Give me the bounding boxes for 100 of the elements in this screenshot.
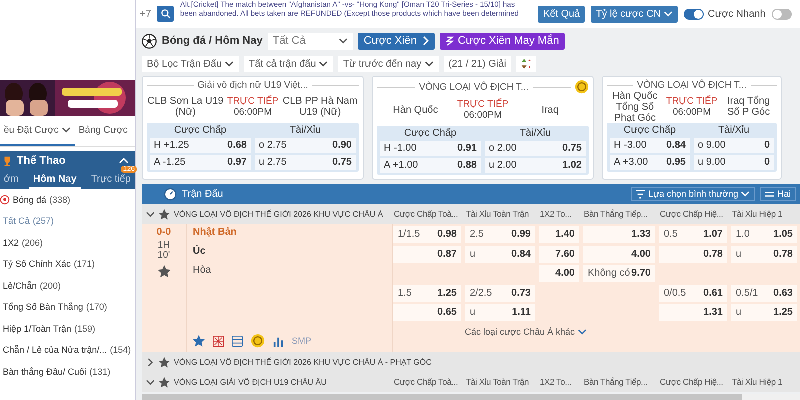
scrollbar[interactable]: [142, 394, 742, 400]
day-tab[interactable]: ớm: [0, 171, 23, 189]
odds-button[interactable]: u 0.78: [731, 246, 797, 262]
odds-button[interactable]: 2/2.5 0.73: [465, 284, 535, 302]
odds-button[interactable]: 1.0 1.05: [731, 226, 797, 243]
odds-button[interactable]: 0.78: [659, 246, 727, 262]
odds-button[interactable]: u 1.25: [731, 304, 797, 321]
list-icon: [765, 190, 774, 198]
league-title: VÒNG LOẠI VÔ ĐỊCH THẾ GIỚI 2026 KHU VỰC CHÂU Á: [174, 210, 384, 218]
odds-button[interactable]: 0.65: [393, 304, 461, 321]
team-name: Hàn Quốc Tổng Số Phạt Góc: [612, 90, 659, 124]
odds-button[interactable]: u 0.84: [465, 246, 535, 262]
filter-dropdown[interactable]: Từ trước đến nay: [338, 56, 439, 72]
more-bets-link[interactable]: Các loại cược Châu Á khác: [465, 327, 587, 337]
league-count[interactable]: (21 / 21) Giải: [444, 56, 512, 72]
league-row[interactable]: VÒNG LOẠI GIẢI VÔ ĐỊCH U19 CHÂU ÂU Cược Chấp Toà... Tài Xỉu Toàn Trận 1X2 To... Bàn Thắng Tiếp... Cược Chấp Hiệ... Tài Xỉu Hiệp 1: [142, 372, 800, 392]
odds-button[interactable]: u 2.00 1.02: [485, 158, 586, 173]
odds-button[interactable]: A +3.00 0.95: [610, 155, 690, 170]
view-dropdown[interactable]: Hai: [760, 187, 796, 201]
odds-button[interactable]: 4.00: [539, 265, 579, 282]
odds-button[interactable]: Không có9.70: [583, 265, 655, 282]
market-item[interactable]: Bàn thắng Đầu/ Cuối (131): [0, 361, 135, 382]
zigzag-icon: [446, 36, 454, 46]
market-heading: Cược Chấp: [403, 128, 458, 139]
market-item[interactable]: Hiệp 1/Toàn Trận (159): [0, 318, 135, 340]
market-item[interactable]: Tổng Số Bàn Thắng (170): [0, 296, 135, 318]
team-name: CLB PP Hà Nam U19 (Nữ): [282, 96, 359, 118]
odds-button[interactable]: 0.5 1.07: [659, 226, 727, 243]
caret-icon: [338, 38, 348, 44]
sport-item[interactable]: Bóng đá (338): [0, 189, 135, 210]
toggle-switch[interactable]: [772, 8, 792, 20]
match-minute: 10': [158, 251, 170, 261]
odds-button[interactable]: o 2.75 0.90: [255, 138, 356, 153]
results-button[interactable]: Kết Quả: [538, 6, 586, 22]
page-title: Bóng đá / Hôm Nay: [162, 35, 263, 47]
odds-button[interactable]: o 9.00 0: [694, 138, 774, 153]
market-item[interactable]: Tỷ Số Chính Xác (171): [0, 254, 135, 275]
market-item[interactable]: Lẻ/Chẵn (200): [0, 275, 135, 296]
live-label: TRỰC TIẾP: [666, 96, 718, 107]
sidebar-tab[interactable]: ều Đặt Cược: [0, 116, 75, 146]
view-dropdown[interactable]: Lựa chọn bình thường: [631, 187, 756, 201]
grid-icon: [213, 336, 224, 346]
odds-button[interactable]: 1.40: [539, 226, 579, 243]
parlay-button[interactable]: Cược Xiên: [358, 32, 435, 50]
search-button[interactable]: [157, 6, 174, 22]
odds-button[interactable]: 0.5/1 0.63: [731, 284, 797, 302]
odds-button[interactable]: H -3.00 0.84: [610, 138, 690, 153]
filter-dropdown[interactable]: Bộ Lọc Trận Đấu: [142, 56, 240, 72]
section-title: Trận Đấu: [182, 188, 224, 200]
odds-button[interactable]: 1.33: [583, 226, 655, 243]
live-label: TRỰC TIẾP: [457, 99, 509, 110]
filter-icon: [636, 190, 646, 198]
trophy-icon: [2, 156, 13, 166]
league-title: VÒNG LOẠI VÔ ĐỊCH THẾ GIỚI 2026 KHU VỰC CHÂU Á - PHẠT GÓC: [174, 358, 432, 366]
column-heading: 1X2 To...: [539, 377, 573, 387]
column-heading: Bàn Thắng Tiếp...: [583, 209, 649, 219]
more-count[interactable]: +7: [140, 8, 152, 20]
odds-button[interactable]: u 9.00 0: [694, 155, 774, 170]
odds-button[interactable]: 1/1.5 0.98: [393, 226, 461, 243]
market-select[interactable]: Tất Cả: [268, 32, 353, 50]
odds-button[interactable]: u 1.11: [465, 304, 535, 321]
market-item[interactable]: Tất Cả (257): [0, 210, 135, 232]
odds-button[interactable]: 1.5 1.25: [393, 284, 461, 302]
league-row[interactable]: VÒNG LOẠI VÔ ĐỊCH THẾ GIỚI 2026 KHU VỰC CHÂU Á Cược Chấp Toà... Tài Xỉu Toàn Trận 1X2 To... Bàn Thắng Tiếp... Cược Chấp Hiệ... Tài Xỉu Hiệp 1: [142, 204, 800, 224]
odds-button[interactable]: 7.60: [539, 246, 579, 262]
odds-button[interactable]: 2.5 0.99: [465, 226, 535, 243]
column-heading: Tài Xỉu Toàn Trận: [465, 377, 530, 387]
league-row[interactable]: VÒNG LOẠI VÔ ĐỊCH THẾ GIỚI 2026 KHU VỰC CHÂU Á - PHẠT GÓC: [142, 352, 800, 372]
market-item[interactable]: 1X2 (206): [0, 232, 135, 254]
column-heading: Bàn Thắng Tiếp...: [583, 377, 649, 387]
match-card[interactable]: VÒNG LOẠI VÔ ĐỊCH T... Hàn Quốc TRỰC TIẾP 06:00PM Iraq Cược Chấp H -1.00 0.91 A +1.00 0.88 Tài/Xỉu o 2.00 0.75 u 2.00 1.02: [372, 76, 594, 180]
list-icon: [232, 336, 243, 346]
team-name: Hàn Quốc: [392, 104, 440, 116]
odds-format-dropdown[interactable]: Tỷ lệ cược CN: [591, 6, 678, 22]
odds-button[interactable]: 4.00: [583, 246, 655, 262]
market-heading: Cược Chấp: [622, 125, 678, 136]
odds-button[interactable]: 0.87: [393, 246, 461, 262]
match-card[interactable]: Giải vô địch nữ U19 Việt... CLB Sơn La U19 (Nữ) TRỰC TIẾP 06:00PM CLB PP Hà Nam U19 (Nữ) Cược Chấp H +1.25 0.68 A -1.25 0.97 Tài/Xỉu o 2.75 0.90 u 2.75 0.75: [142, 76, 364, 180]
live-label: TRỰC TIẾP: [227, 96, 279, 107]
chevron-right-icon: [146, 358, 155, 366]
odds-button[interactable]: 1.31: [659, 304, 727, 321]
sidebar-tab[interactable]: Bảng Cược: [74, 116, 138, 146]
star-icon: [193, 335, 205, 347]
toggle-switch[interactable]: [684, 8, 704, 20]
odds-button[interactable]: H +1.25 0.68: [150, 138, 251, 153]
odds-button[interactable]: H -1.00 0.91: [380, 141, 481, 156]
market-item[interactable]: Chẵn / Lẻ của Nửa trận/... (154): [0, 340, 135, 361]
league-name: VÒNG LOẠI VÔ ĐỊCH T...: [419, 82, 529, 92]
odds-button[interactable]: 0/0.5 0.61: [659, 284, 727, 302]
sort-button[interactable]: [516, 56, 536, 72]
lucky-parlay-button[interactable]: Cược Xiên May Mắn: [440, 32, 566, 50]
match-period: 1H: [158, 241, 170, 251]
odds-button[interactable]: o 2.00 0.75: [485, 141, 586, 156]
day-tab[interactable]: Trực tiếp: [87, 171, 135, 189]
odds-button[interactable]: A +1.00 0.88: [380, 158, 481, 173]
odds-button[interactable]: u 2.75 0.75: [255, 155, 356, 170]
filter-dropdown[interactable]: Tất cả trận đấu: [244, 56, 334, 72]
day-tab[interactable]: Hôm Nay: [29, 171, 81, 189]
odds-button[interactable]: A -1.25 0.97: [150, 155, 251, 170]
draw-label: Hòa: [193, 265, 212, 276]
